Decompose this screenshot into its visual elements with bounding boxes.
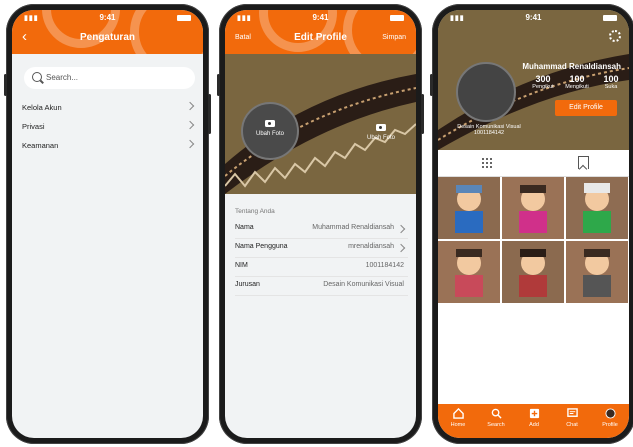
post-thumbnail[interactable]: [502, 177, 564, 239]
bio-line: 1001184142: [473, 130, 505, 136]
status-time: 9:41: [99, 13, 116, 22]
avatar: [456, 62, 516, 122]
post-thumbnail[interactable]: [438, 241, 500, 303]
phone-edit-profile: ▮▮▮ 9:41 Batal Edit Profile Simpan Ubah …: [217, 4, 424, 444]
field-label: Nama Pengguna: [235, 243, 288, 250]
stat-value: 100: [569, 74, 585, 84]
nav-add[interactable]: Add: [516, 408, 552, 428]
nav-label: Home: [450, 422, 466, 428]
profile-screen: ▮▮▮ 9:41 Muhammad Renaldiansah 300 Pengi…: [438, 10, 629, 438]
change-cover-button[interactable]: Ubah Foto: [367, 124, 395, 141]
settings-item-privasi[interactable]: Privasi: [22, 119, 197, 135]
battery-icon: [603, 15, 617, 21]
field-row-jurusan: Jurusan Desain Komunikasi Visual: [235, 277, 408, 296]
chevron-right-icon: [185, 139, 195, 149]
page-title: Pengaturan: [79, 32, 135, 43]
camera-icon: [376, 124, 387, 131]
profile-bio: Desain Komunikasi Visual 1001184142: [454, 124, 524, 136]
field-value: 1001184142: [365, 262, 404, 269]
settings-item-label: Privasi: [22, 122, 45, 131]
edit-profile-header: ▮▮▮ 9:41 Batal Edit Profile Simpan: [225, 10, 416, 54]
phone-side-button: [208, 94, 211, 134]
settings-header: ▮▮▮ 9:41 ‹ Pengaturan: [12, 10, 203, 54]
field-row-nama-pengguna[interactable]: Nama Pengguna mrenaldiansah: [235, 239, 408, 258]
status-time: 9:41: [312, 13, 329, 22]
nav-label: Search: [487, 422, 505, 428]
field-value: Desain Komunikasi Visual: [323, 281, 404, 288]
status-bar: ▮▮▮ 9:41: [438, 10, 629, 26]
battery-icon: [177, 15, 191, 21]
nav-home[interactable]: Home: [440, 408, 476, 428]
save-button[interactable]: Simpan: [382, 34, 406, 41]
gear-icon[interactable]: [609, 30, 621, 42]
stat-label: Suka: [604, 84, 618, 90]
field-label: Jurusan: [235, 281, 260, 288]
status-bar: ▮▮▮ 9:41: [225, 10, 416, 26]
bottom-nav: Home Search Add Chat Profile: [438, 404, 629, 438]
phone-settings: ▮▮▮ 9:41 ‹ Pengaturan Search... Kelola A…: [4, 4, 211, 444]
chevron-right-icon: [185, 120, 195, 130]
post-thumbnail[interactable]: [438, 177, 500, 239]
field-row-nim: NIM 1001184142: [235, 258, 408, 277]
section-title: Tentang Anda: [235, 208, 275, 215]
phone-side-button: [217, 74, 220, 96]
home-icon: [452, 408, 464, 419]
post-grid: [438, 177, 629, 303]
avatar[interactable]: Ubah Foto: [241, 102, 299, 160]
post-thumbnail[interactable]: [566, 241, 628, 303]
settings-item-label: Keamanan: [22, 141, 59, 150]
nav-chat[interactable]: Chat: [554, 408, 590, 428]
camera-icon: [265, 120, 275, 127]
settings-item-kelola-akun[interactable]: Kelola Akun: [22, 100, 197, 116]
add-icon: [529, 408, 539, 419]
field-label: Nama: [235, 224, 254, 231]
edit-profile-screen: ▮▮▮ 9:41 Batal Edit Profile Simpan Ubah …: [225, 10, 416, 438]
search-placeholder: Search...: [46, 73, 79, 82]
phone-side-button: [430, 74, 433, 96]
status-time: 9:41: [525, 13, 542, 22]
search-icon: [491, 408, 502, 419]
nav-search[interactable]: Search: [478, 408, 514, 428]
phone-side-button: [4, 74, 7, 96]
nav-label: Chat: [566, 422, 578, 428]
stat-label: Pengikut: [532, 84, 554, 90]
search-icon: [32, 72, 42, 82]
settings-screen: ▮▮▮ 9:41 ‹ Pengaturan Search... Kelola A…: [12, 10, 203, 438]
change-photo-label: Ubah Foto: [255, 131, 285, 137]
nav-profile[interactable]: Profile: [592, 408, 628, 428]
field-label: NIM: [235, 262, 248, 269]
battery-icon: [390, 15, 404, 21]
stat-likes[interactable]: 100 Suka: [596, 74, 626, 90]
phone-side-button: [421, 94, 424, 134]
stat-following[interactable]: 100 Mengikuti: [562, 74, 592, 90]
chevron-right-icon: [396, 224, 406, 234]
chevron-right-icon: [396, 243, 406, 253]
stat-followers[interactable]: 300 Pengikut: [528, 74, 558, 90]
stat-value: 300: [535, 74, 551, 84]
edit-profile-button[interactable]: Edit Profile: [555, 100, 617, 116]
profile-icon: [604, 408, 616, 419]
settings-item-label: Kelola Akun: [22, 103, 62, 112]
search-input[interactable]: Search...: [24, 67, 195, 89]
chevron-right-icon: [185, 101, 195, 111]
post-thumbnail[interactable]: [566, 177, 628, 239]
nav-label: Profile: [602, 422, 618, 428]
field-row-nama[interactable]: Nama Muhammad Renaldiansah: [235, 220, 408, 239]
settings-item-keamanan[interactable]: Keamanan: [22, 138, 197, 154]
post-thumbnail[interactable]: [502, 241, 564, 303]
phone-profile: ▮▮▮ 9:41 Muhammad Renaldiansah 300 Pengi…: [430, 4, 633, 444]
stat-value: 100: [603, 74, 619, 84]
chat-icon: [566, 408, 578, 417]
grid-icon[interactable]: [481, 157, 493, 169]
nav-label: Add: [529, 422, 539, 428]
change-photo-button[interactable]: Ubah Foto: [243, 120, 297, 137]
field-value: Muhammad Renaldiansah: [312, 224, 394, 231]
change-cover-label: Ubah Foto: [367, 135, 396, 141]
status-bar: ▮▮▮ 9:41: [12, 10, 203, 26]
stat-label: Mengikuti: [565, 84, 589, 90]
profile-tabs: [438, 150, 629, 177]
field-value: mrenaldiansah: [348, 243, 394, 250]
profile-name: Muhammad Renaldiansah: [522, 62, 621, 71]
bookmark-icon[interactable]: [578, 156, 589, 169]
